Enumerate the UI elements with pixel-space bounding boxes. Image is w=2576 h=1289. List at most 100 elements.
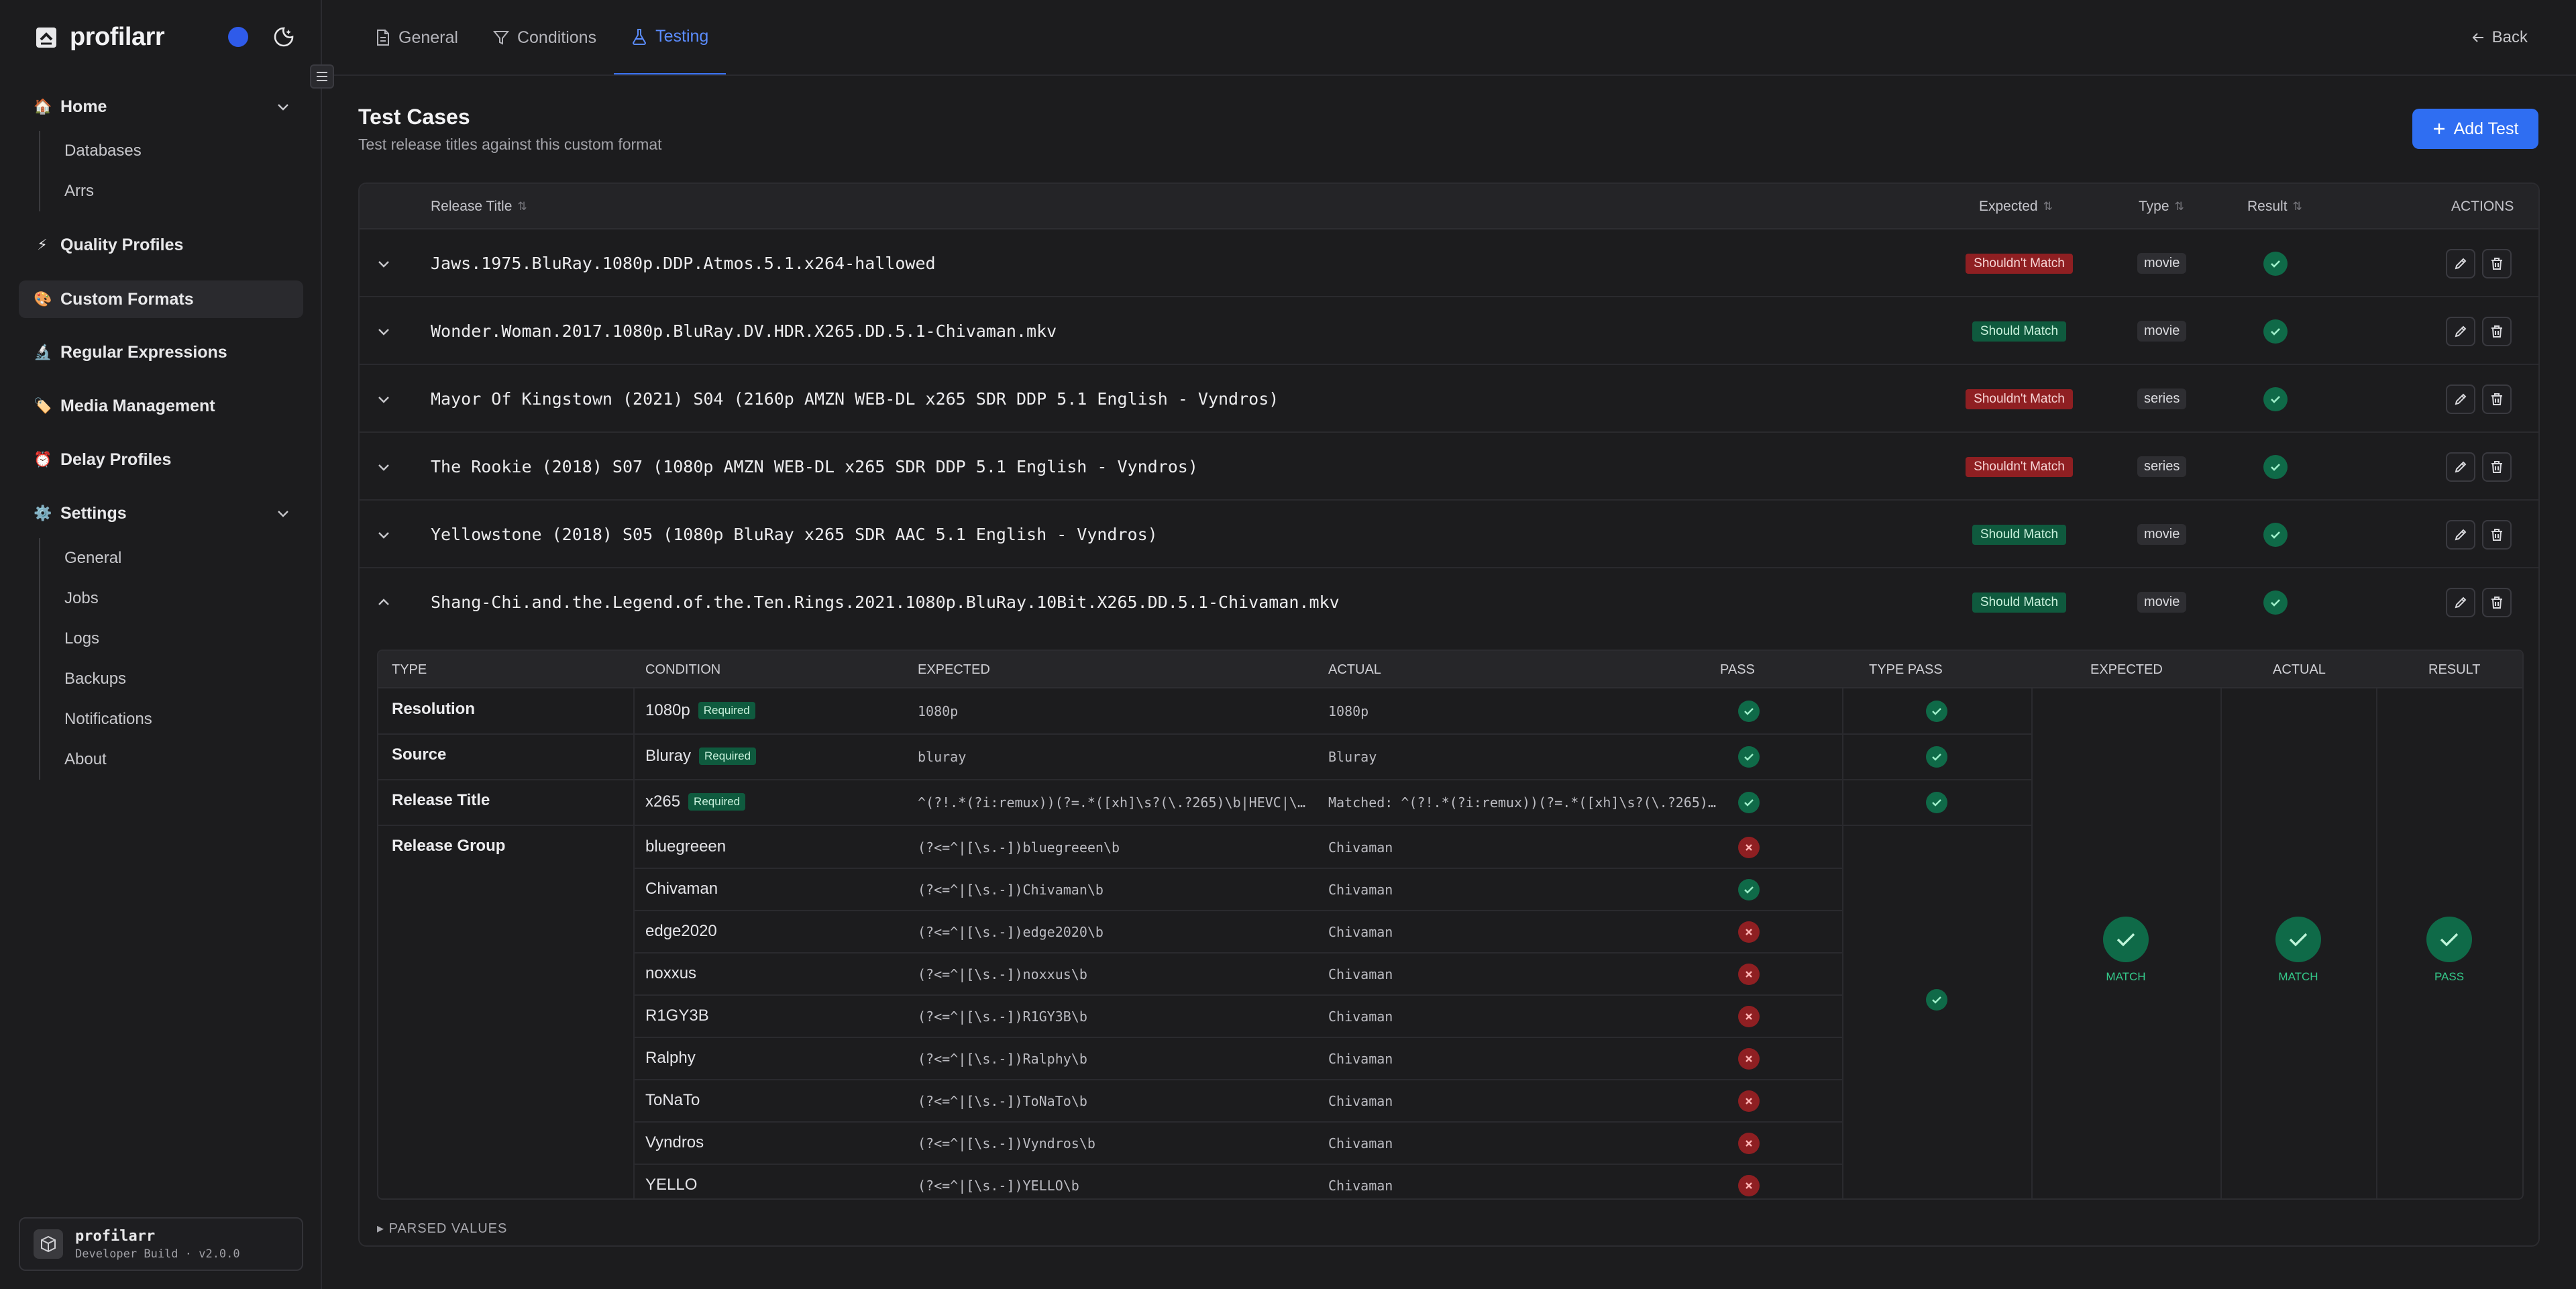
delete-button[interactable] (2482, 384, 2512, 414)
nav-delay-profiles[interactable]: ⏰ Delay Profiles (19, 441, 303, 478)
nav-jobs[interactable]: Jobs (40, 578, 152, 619)
nav-custom-formats[interactable]: 🎨 Custom Formats (19, 280, 303, 318)
col-actions: ACTIONS (2451, 199, 2514, 214)
result-check-icon (2263, 386, 2288, 411)
summary-expected-check-icon (2103, 917, 2149, 962)
brand[interactable]: profilarr (35, 23, 165, 52)
chevron-up-icon[interactable] (376, 568, 392, 636)
chevron-down-icon[interactable] (376, 297, 392, 365)
filter-icon (492, 31, 509, 45)
test-cases-table: Release Title ⇅ Expected ⇅ Type ⇅ Result ⇅ A… (358, 183, 2540, 1247)
type-pill: movie (2137, 524, 2187, 545)
expected-badge: Should Match (1972, 592, 2067, 613)
chevron-down-icon[interactable] (376, 433, 392, 501)
build-info-card: profilarr Developer Build · v2.0.0 (19, 1217, 303, 1271)
parsed-values-toggle[interactable]: ▸ PARSED VALUES (377, 1220, 507, 1237)
pencil-icon (2455, 529, 2467, 540)
table-row[interactable]: Shang-Chi.and.the.Legend.of.the.Ten.Ring… (360, 568, 2538, 636)
nav-arrs[interactable]: Arrs (40, 171, 142, 211)
chevron-down-icon[interactable] (376, 365, 392, 433)
delete-button[interactable] (2482, 248, 2512, 278)
result-check-icon (2263, 590, 2288, 615)
table-row[interactable]: Yellowstone (2018) S05 (1080p BluRay x26… (360, 501, 2538, 568)
result-check-icon (2263, 522, 2288, 547)
add-test-label: Add Test (2453, 119, 2519, 138)
edit-button[interactable] (2446, 384, 2475, 414)
edit-button[interactable] (2446, 248, 2475, 278)
col-type[interactable]: Type ⇅ (2139, 184, 2184, 229)
result-check-icon (2263, 454, 2288, 479)
theme-toggle-icon[interactable] (272, 25, 295, 48)
chevron-down-icon[interactable] (376, 229, 392, 297)
nav-backups[interactable]: Backups (40, 659, 152, 699)
nav-home[interactable]: 🏠 Home (19, 88, 303, 125)
nav-quality-profiles[interactable]: ⚡ Quality Profiles (19, 226, 303, 264)
nav-logs[interactable]: Logs (40, 619, 152, 659)
table-row[interactable]: The Rookie (2018) S07 (1080p AMZN WEB-DL… (360, 433, 2538, 501)
col-release-title[interactable]: Release Title ⇅ (431, 184, 527, 229)
chevron-down-icon[interactable] (275, 505, 291, 521)
divider (633, 1164, 1842, 1165)
dcol-actual: ACTUAL (1328, 662, 1381, 677)
nav-about[interactable]: About (40, 739, 152, 780)
chevron-down-icon[interactable] (275, 99, 291, 115)
fail-x-icon (1738, 1048, 1760, 1070)
pencil-icon (2455, 325, 2467, 337)
add-test-button[interactable]: Add Test (2412, 109, 2538, 149)
condition-name: YELLO (645, 1176, 697, 1194)
col-expected[interactable]: Expected ⇅ (1979, 184, 2053, 229)
dcol-expected: EXPECTED (918, 662, 990, 677)
condition-name: x265 Required (645, 792, 746, 811)
chevron-down-icon[interactable] (376, 501, 392, 568)
table-row[interactable]: Mayor Of Kingstown (2021) S04 (2160p AMZ… (360, 365, 2538, 433)
tab-testing[interactable]: Testing (614, 0, 727, 75)
table-row[interactable]: Wonder.Woman.2017.1080p.BluRay.DV.HDR.X2… (360, 297, 2538, 365)
condition-actual: Bluray (1328, 749, 1377, 765)
nav-regular-expressions[interactable]: 🔬 Regular Expressions (19, 333, 303, 371)
delete-button[interactable] (2482, 587, 2512, 617)
trash-icon (2491, 393, 2502, 405)
fail-x-icon (1738, 1090, 1760, 1112)
test-detail-panel: TYPE CONDITION EXPECTED ACTUAL PASS TYPE… (377, 650, 2524, 1200)
condition-name: Vyndros (645, 1133, 704, 1152)
condition-name-label: Vyndros (645, 1133, 704, 1151)
result-check-icon (2263, 319, 2288, 344)
sort-icon: ⇅ (2043, 200, 2053, 213)
lightning-icon: ⚡ (37, 236, 48, 253)
divider (378, 733, 633, 735)
nav-notifications[interactable]: Notifications (40, 699, 152, 739)
nav-settings[interactable]: ⚙️ Settings (19, 495, 303, 532)
edit-button[interactable] (2446, 316, 2475, 346)
delete-button[interactable] (2482, 316, 2512, 346)
divider (2376, 688, 2377, 1198)
divider (633, 1079, 1842, 1080)
edit-button[interactable] (2446, 519, 2475, 550)
table-row[interactable]: Jaws.1975.BluRay.1080p.DDP.Atmos.5.1.x26… (360, 229, 2538, 297)
nav-home-label: Home (60, 97, 107, 116)
condition-name: noxxus (645, 964, 696, 983)
condition-name: R1GY3B (645, 1007, 709, 1025)
back-button[interactable]: Back (2471, 28, 2528, 47)
edit-button[interactable] (2446, 452, 2475, 482)
divider (633, 952, 1842, 953)
nav-databases[interactable]: Databases (40, 131, 142, 171)
home-submenu: Databases Arrs (39, 131, 142, 211)
brand-name: profilarr (70, 23, 165, 51)
collapse-sidebar-button[interactable] (310, 64, 334, 89)
nav-media-management[interactable]: 🏷️ Media Management (19, 387, 303, 425)
condition-actual: Chivaman (1328, 882, 1393, 898)
home-icon: 🏠 (34, 98, 52, 115)
col-result[interactable]: Result ⇅ (2247, 184, 2302, 229)
required-badge: Required (688, 793, 746, 811)
flask-icon (633, 28, 647, 45)
fail-x-icon (1738, 1006, 1760, 1027)
delete-button[interactable] (2482, 452, 2512, 482)
divider (633, 910, 1842, 911)
edit-button[interactable] (2446, 587, 2475, 617)
tab-conditions[interactable]: Conditions (476, 0, 614, 75)
delete-button[interactable] (2482, 519, 2512, 550)
nav-settings-general[interactable]: General (40, 538, 152, 578)
tab-general[interactable]: General (358, 0, 476, 75)
nav-regular-expressions-label: Regular Expressions (60, 342, 227, 362)
divider (378, 779, 633, 780)
